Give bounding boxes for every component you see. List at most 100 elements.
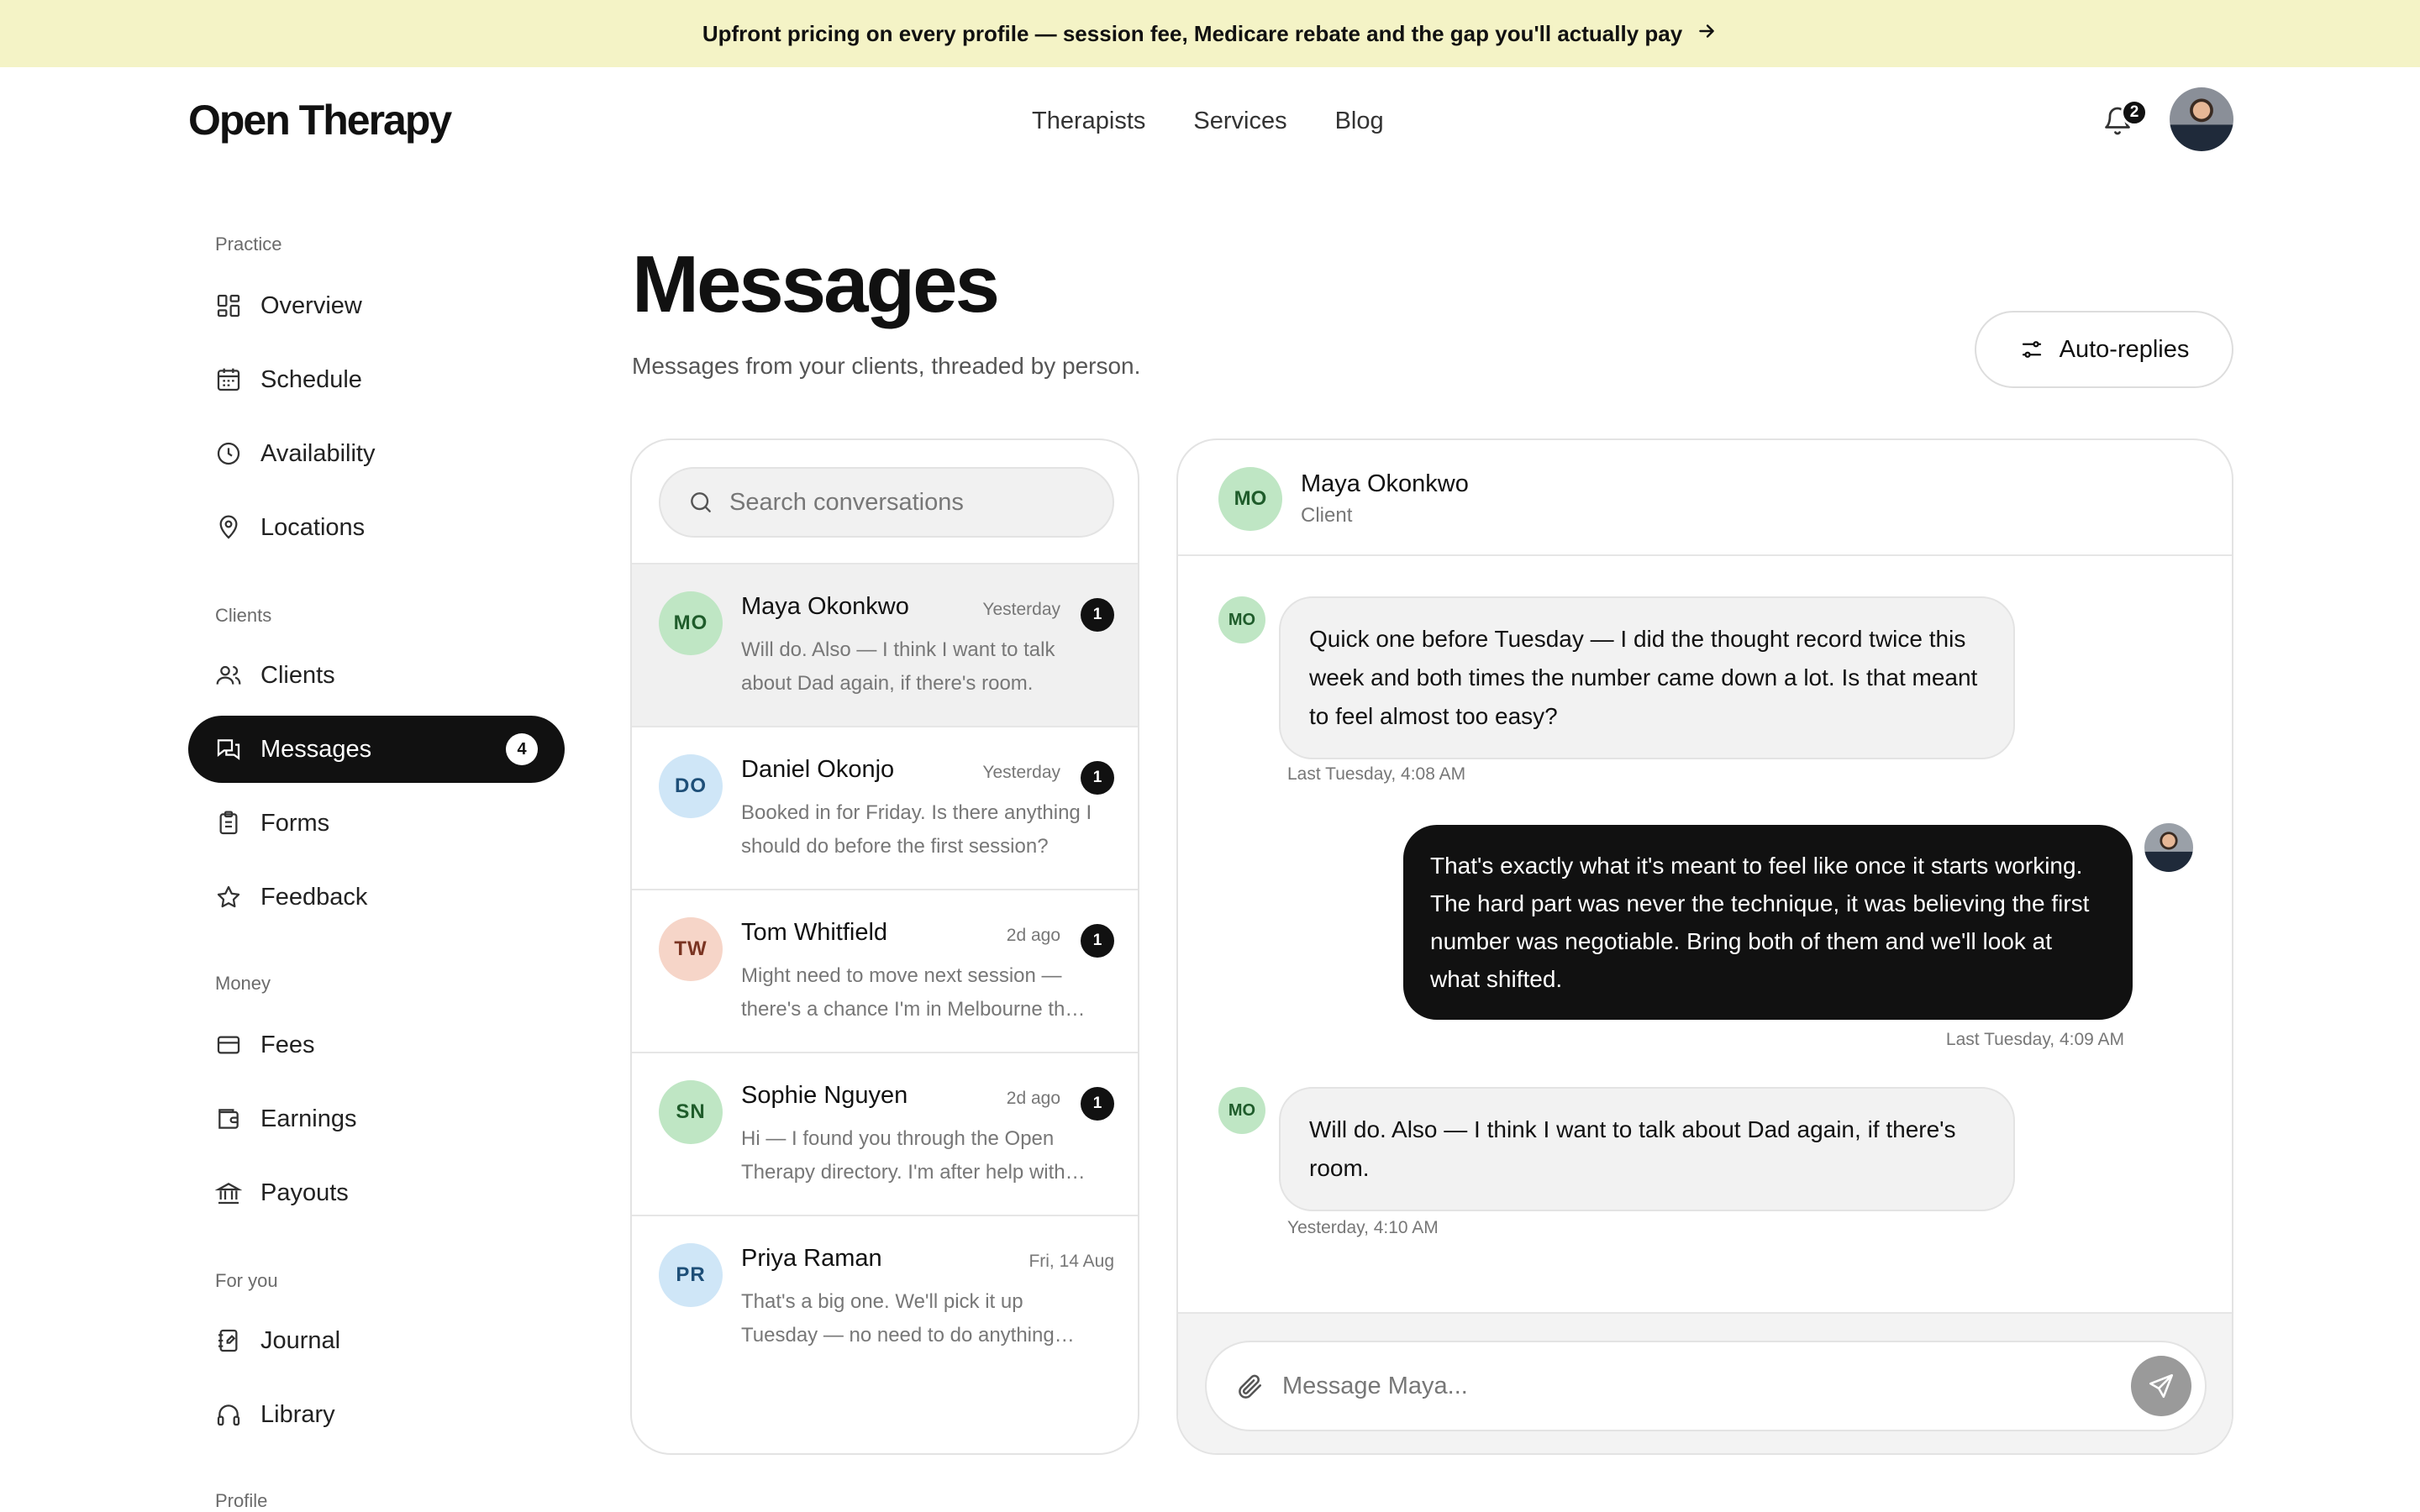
sidebar-item-library[interactable]: Library [188, 1381, 565, 1448]
conversation-name: Tom Whitfield [741, 919, 888, 946]
headphones-icon [217, 1404, 240, 1426]
conversation-time: 2d ago [1006, 1089, 1060, 1108]
conversation-item-sophie-nguyen[interactable]: SN Sophie Nguyen 2d ago 1 Hi — I found y… [632, 1053, 1138, 1216]
top-header: Open Therapy Therapists Services Blog 2 [0, 67, 2420, 176]
message-timestamp: Last Tuesday, 4:08 AM [1287, 764, 1466, 784]
send-icon [2149, 1373, 2174, 1399]
sidebar-item-clients[interactable]: Clients [188, 642, 565, 709]
sidebar-item-label: Fees [260, 1031, 315, 1058]
conversation-name: Maya Okonkwo [741, 593, 909, 620]
unread-badge: 1 [1081, 761, 1114, 795]
sidebar-item-availability[interactable]: Availability [188, 420, 565, 487]
contact-name[interactable]: Maya Okonkwo [1301, 470, 1469, 498]
message-composer[interactable] [1205, 1341, 2207, 1431]
grid-icon [217, 294, 240, 318]
sidebar-item-label: Locations [260, 513, 366, 541]
self-avatar [2144, 823, 2193, 872]
conversation-time: Yesterday [982, 763, 1060, 782]
journal-icon [218, 1329, 238, 1352]
sidebar-item-label: Journal [260, 1326, 341, 1354]
message-bubble-outgoing: That's exactly what it's meant to feel l… [1403, 825, 2133, 1020]
nav-therapists[interactable]: Therapists [1032, 108, 1145, 135]
top-nav: Therapists Services Blog [1032, 108, 1384, 135]
conversation-preview: Might need to move next session — there'… [741, 964, 1082, 1021]
nav-blog[interactable]: Blog [1335, 108, 1384, 135]
conversation-item-daniel-okonjo[interactable]: DO Daniel Okonjo Yesterday 1 Booked in f… [632, 727, 1138, 890]
users-icon [216, 665, 241, 685]
sidebar-item-label: Forms [260, 809, 330, 837]
sliders-icon [2022, 341, 2041, 358]
message-input[interactable] [1282, 1372, 2089, 1400]
search-input[interactable] [729, 488, 1099, 517]
conversation-avatar: PR [659, 1243, 723, 1307]
sidebar-item-fees[interactable]: Fees [188, 1011, 565, 1079]
conversation-name: Priya Raman [741, 1245, 882, 1272]
sidebar-item-locations[interactable]: Locations [188, 494, 565, 561]
sidebar-item-payouts[interactable]: Payouts [188, 1159, 565, 1226]
message-avatar: MO [1218, 1087, 1265, 1134]
sidebar-item-earnings[interactable]: Earnings [188, 1085, 565, 1152]
notification-count-badge: 2 [2121, 99, 2148, 126]
conversation-time: Fri, 14 Aug [1028, 1252, 1114, 1271]
sidebar-section-practice: Practice [215, 234, 282, 255]
pin-icon [219, 515, 238, 539]
conversation-preview: Hi — I found you through the Open Therap… [741, 1127, 1065, 1184]
sidebar-item-label: Messages [260, 735, 372, 763]
sidebar-item-label: Library [260, 1400, 335, 1428]
sidebar-item-forms[interactable]: Forms [188, 790, 565, 857]
promo-banner[interactable]: Upfront pricing on every profile — sessi… [0, 0, 2420, 67]
conversation-item-priya-raman[interactable]: PR Priya Raman Fri, 14 Aug That's a big … [632, 1216, 1138, 1379]
sidebar-item-overview[interactable]: Overview [188, 272, 565, 339]
banner-text: Upfront pricing on every profile — sessi… [702, 20, 1683, 46]
site-logo[interactable]: Open Therapy [188, 96, 452, 144]
sidebar-item-feedback[interactable]: Feedback [188, 864, 565, 931]
clock-icon [217, 442, 240, 465]
auto-replies-label: Auto-replies [2059, 335, 2190, 363]
conversation-preview: Will do. Also — I think I want to talk a… [741, 638, 1055, 695]
unread-badge: 1 [1081, 1087, 1114, 1121]
calendar-icon [217, 368, 240, 391]
search-box[interactable] [659, 467, 1114, 538]
message-bubble-incoming: Will do. Also — I think I want to talk a… [1279, 1087, 2015, 1211]
conversation-name: Daniel Okonjo [741, 756, 895, 783]
conversation-list: MO Maya Okonkwo Yesterday 1 Will do. Als… [630, 438, 1139, 1455]
sidebar-item-label: Feedback [260, 883, 368, 911]
chat-icon [217, 739, 240, 760]
sidebar-section-money: Money [215, 973, 271, 994]
sidebar-item-schedule[interactable]: Schedule [188, 346, 565, 413]
notifications-button[interactable]: 2 [2102, 99, 2148, 143]
paperclip-icon[interactable] [1235, 1372, 1264, 1400]
conversation-item-maya-okonkwo[interactable]: MO Maya Okonkwo Yesterday 1 Will do. Als… [632, 564, 1138, 727]
bank-icon [215, 1183, 242, 1205]
conversation-item-tom-whitfield[interactable]: TW Tom Whitfield 2d ago 1 Might need to … [632, 890, 1138, 1053]
star-icon [217, 885, 240, 908]
conversation-avatar: SN [659, 1080, 723, 1144]
sidebar-item-messages[interactable]: Messages 4 [188, 716, 565, 783]
chat-panel: MO Maya Okonkwo Client MO Quick one befo… [1176, 438, 2233, 1455]
conversation-avatar: DO [659, 754, 723, 818]
sidebar-item-label: Earnings [260, 1105, 357, 1132]
message-timestamp: Last Tuesday, 4:09 AM [1945, 1030, 2124, 1049]
send-button[interactable] [2131, 1356, 2191, 1416]
sidebar-section-clients: Clients [215, 605, 272, 626]
auto-replies-button[interactable]: Auto-replies [1975, 311, 2233, 388]
conversation-time: Yesterday [982, 600, 1060, 619]
user-avatar[interactable] [2170, 87, 2233, 151]
sidebar-item-label: Schedule [260, 365, 362, 393]
conversation-preview: Booked in for Friday. Is there anything … [741, 801, 1092, 858]
card-icon [217, 1036, 240, 1054]
message-bubble-incoming: Quick one before Tuesday — I did the tho… [1279, 596, 2015, 759]
conversation-avatar: MO [659, 591, 723, 655]
sidebar-item-label: Clients [260, 661, 335, 689]
nav-services[interactable]: Services [1193, 108, 1286, 135]
page-title: Messages [632, 239, 1000, 329]
sidebar-item-journal[interactable]: Journal [188, 1307, 565, 1374]
unread-badge: 1 [1081, 924, 1114, 958]
contact-role: Client [1301, 504, 1353, 527]
conversation-time: 2d ago [1006, 926, 1060, 945]
sidebar-section-for-you: For you [215, 1270, 278, 1291]
messages-count-badge: 4 [506, 733, 538, 765]
page-subtitle: Messages from your clients, threaded by … [632, 353, 1141, 379]
chat-header: MO Maya Okonkwo Client [1178, 440, 2232, 556]
bell-icon [2102, 107, 2133, 139]
